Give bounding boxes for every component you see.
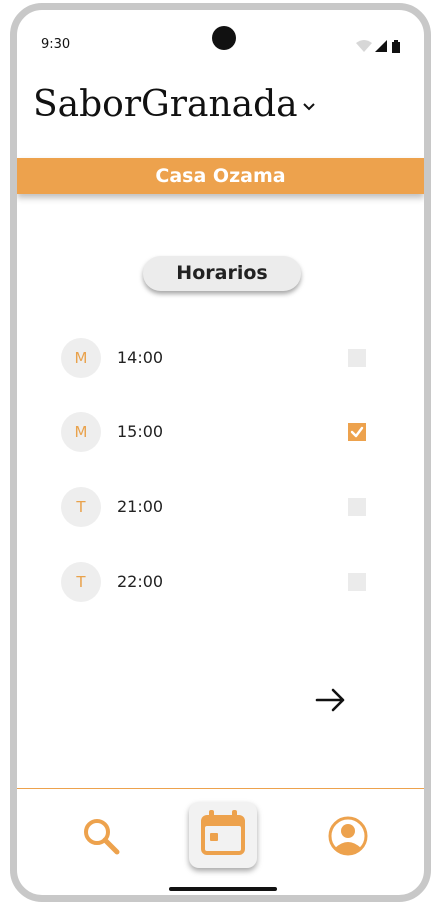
slot-badge: T (61, 487, 101, 527)
arrow-right-icon[interactable] (313, 682, 349, 718)
slot-row[interactable]: M 15:00 (61, 412, 391, 452)
battery-icon (392, 42, 400, 53)
slot-badge: M (61, 412, 101, 452)
slot-time: 21:00 (117, 497, 164, 516)
home-indicator[interactable] (169, 887, 277, 891)
slot-checkbox[interactable] (348, 498, 366, 516)
status-time: 9:30 (41, 37, 71, 52)
slot-badge: T (61, 562, 101, 602)
brand-selector[interactable]: SaborGranada (33, 84, 298, 134)
calendar-icon (201, 810, 245, 855)
chevron-down-icon[interactable] (300, 98, 318, 116)
slot-time: 14:00 (117, 348, 164, 367)
slot-checkbox[interactable] (348, 349, 366, 367)
slot-row[interactable]: T 21:00 (61, 487, 391, 527)
slot-checkbox[interactable] (348, 423, 366, 441)
signal-icon (375, 40, 387, 52)
nav-calendar-button[interactable] (189, 802, 257, 868)
slot-row[interactable]: M 14:00 (61, 338, 391, 378)
restaurant-banner: Casa Ozama (17, 158, 424, 194)
front-camera (212, 26, 236, 50)
section-title-pill: Horarios (143, 256, 301, 291)
search-icon[interactable] (79, 814, 123, 858)
wifi-icon (356, 40, 372, 52)
slot-row[interactable]: T 22:00 (61, 562, 391, 602)
check-icon (350, 426, 364, 438)
bottom-nav-divider (17, 788, 424, 789)
slot-time: 15:00 (117, 422, 164, 441)
slot-badge: M (61, 338, 101, 378)
slot-time: 22:00 (117, 572, 164, 591)
phone-frame: 9:30 SaborGranada Casa Ozama Horarios M … (10, 3, 431, 902)
profile-icon[interactable] (326, 814, 370, 858)
status-icons (356, 40, 400, 53)
slot-checkbox[interactable] (348, 573, 366, 591)
brand-title: SaborGranada (33, 84, 298, 125)
